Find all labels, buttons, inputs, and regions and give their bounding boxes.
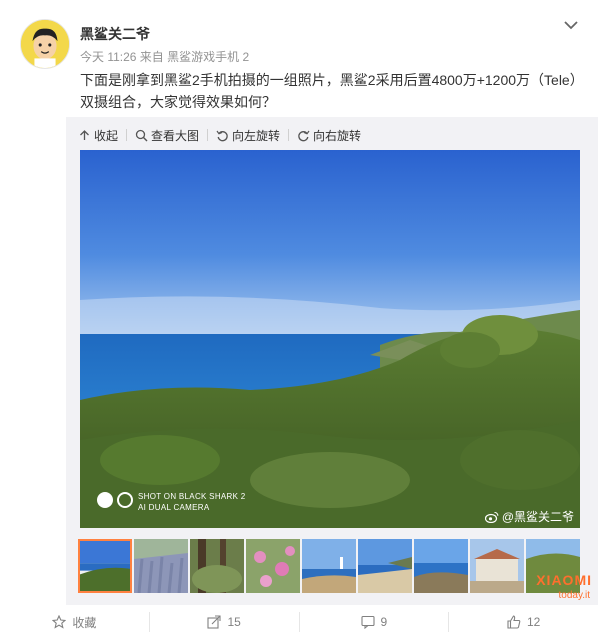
toolbar-divider — [288, 129, 290, 141]
repost-count: 15 — [227, 615, 241, 629]
post-meta: 今天 11:26 来自 黑鲨游戏手机 2 — [80, 48, 249, 65]
shot-on-logo — [97, 492, 137, 508]
post-action-bar: 收藏 15 9 12 — [0, 605, 598, 639]
shot-dot-filled — [97, 492, 113, 508]
shot-dot-ring — [117, 492, 133, 508]
shot-on-line1: SHOT ON BLACK SHARK 2 — [138, 492, 246, 501]
media-toolbar: 收起 查看大图 向左旋转 向右旋转 — [78, 125, 361, 145]
weibo-post-card: 黑鲨关二爷 今天 11:26 来自 黑鲨游戏手机 2 下面是刚拿到黑鲨2手机拍摄… — [0, 0, 598, 639]
star-icon — [52, 615, 67, 629]
site-watermark-logo: XIAOMI today.it — [530, 562, 592, 622]
media-box: 收起 查看大图 向左旋转 向右旋转 SHOT ON BLACK SHARK 2 … — [66, 117, 598, 605]
collapse-label: 收起 — [94, 128, 119, 143]
thumbnail-lighthouse[interactable] — [302, 539, 356, 593]
shot-on-text: SHOT ON BLACK SHARK 2 AI DUAL CAMERA — [138, 491, 246, 513]
main-photo[interactable]: SHOT ON BLACK SHARK 2 AI DUAL CAMERA @黑鲨… — [80, 150, 580, 528]
comment-button[interactable]: 9 — [298, 612, 449, 632]
rotate-left-label: 向左旋转 — [232, 128, 281, 143]
rotate-right-button[interactable]: 向右旋转 — [297, 127, 361, 144]
coastal-landscape-image — [80, 150, 580, 528]
rotate-right-icon — [298, 130, 310, 141]
author-name[interactable]: 黑鲨关二爷 — [80, 24, 150, 44]
thumbnail-building[interactable] — [470, 539, 524, 593]
watermark-text: @黑鲨关二爷 — [501, 510, 574, 524]
collapse-button[interactable]: 收起 — [78, 127, 118, 144]
thumbnail-image — [246, 539, 300, 593]
site-watermark-sub: today.it — [558, 590, 591, 601]
thumbnail-image — [414, 539, 468, 593]
view-large-button[interactable]: 查看大图 — [135, 127, 199, 144]
rotate-left-icon — [216, 130, 228, 141]
weibo-logo-icon — [484, 511, 499, 523]
arrow-up-icon — [80, 129, 89, 140]
shot-on-line2: AI DUAL CAMERA — [138, 503, 210, 512]
repost-button[interactable]: 15 — [148, 612, 299, 632]
thumbnail-coast[interactable] — [78, 539, 132, 593]
thumbnail-image — [470, 539, 524, 593]
search-icon — [135, 129, 148, 141]
comment-count: 9 — [380, 615, 388, 629]
site-watermark-brand: XIAOMI — [536, 572, 592, 588]
thumbnail-trees[interactable] — [190, 539, 244, 593]
view-large-label: 查看大图 — [151, 128, 200, 143]
thumbnail-lavender[interactable] — [134, 539, 188, 593]
thumbnail-strip — [78, 539, 582, 593]
thumbnail-image — [302, 539, 356, 593]
thumbnail-bay[interactable] — [414, 539, 468, 593]
chevron-down-icon[interactable] — [562, 18, 580, 32]
favorite-button[interactable]: 收藏 — [0, 612, 149, 632]
thumbs-up-icon — [507, 615, 521, 629]
thumbnail-image — [190, 539, 244, 593]
rotate-right-label: 向右旋转 — [313, 128, 362, 143]
thumbnail-image — [134, 539, 188, 593]
thumbnail-image — [358, 539, 412, 593]
post-text: 下面是刚拿到黑鲨2手机拍摄的一组照片，黑鲨2采用后置4800万+1200万（Te… — [80, 72, 584, 110]
toolbar-divider — [126, 129, 128, 141]
post-source[interactable]: 黑鲨游戏手机 2 — [167, 50, 249, 64]
thumbnail-pink-flowers[interactable] — [246, 539, 300, 593]
thumbnail-image — [80, 541, 130, 591]
share-icon — [207, 615, 221, 629]
author-avatar[interactable] — [20, 19, 70, 69]
photo-watermark: @黑鲨关二爷 — [484, 508, 574, 525]
avatar-cartoon-face — [21, 20, 69, 68]
comment-icon — [360, 615, 375, 629]
favorite-label: 收藏 — [72, 615, 97, 630]
rotate-left-button[interactable]: 向左旋转 — [216, 127, 280, 144]
post-time[interactable]: 今天 11:26 来自 — [80, 50, 164, 64]
toolbar-divider — [207, 129, 209, 141]
thumbnail-beach[interactable] — [358, 539, 412, 593]
